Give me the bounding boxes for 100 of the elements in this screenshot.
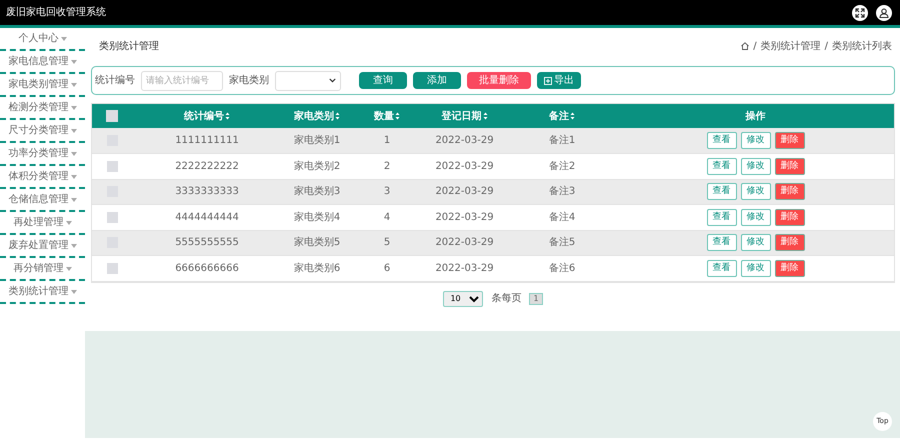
breadcrumb-item[interactable]: 类别统计管理 <box>760 38 821 54</box>
table-cell: 6 <box>384 262 390 274</box>
table-cell: 1111111111 <box>175 135 239 146</box>
table-cell: 2 <box>384 160 390 172</box>
action-button[interactable]: 查询 <box>359 72 407 89</box>
sidebar-item[interactable]: 家电信息管理 <box>8 54 68 69</box>
caret-icon <box>60 36 66 40</box>
caret-icon <box>70 244 76 248</box>
table-cell: 2022-03-29 <box>435 237 494 248</box>
breadcrumb-separator: / <box>824 40 828 54</box>
caret-icon <box>70 152 76 156</box>
table-cell: 家电类别2 <box>294 160 340 172</box>
caret-icon <box>70 106 76 110</box>
view-button[interactable]: 查看 <box>706 158 736 175</box>
table-cell: 备注2 <box>548 160 576 172</box>
breadcrumb-item[interactable]: 类别统计列表 <box>832 38 892 54</box>
edit-button[interactable]: 修改 <box>740 158 770 175</box>
view-button[interactable]: 查看 <box>706 183 736 200</box>
page-button[interactable]: 1 <box>529 292 543 304</box>
sidebar-item[interactable]: 再处理管理 <box>14 215 64 230</box>
table-cell: 2022-03-29 <box>435 160 494 172</box>
delete-button[interactable]: 删除 <box>774 158 804 175</box>
sidebar-item[interactable]: 类别统计管理 <box>8 284 68 299</box>
view-button[interactable]: 查看 <box>706 260 736 277</box>
column-header[interactable]: 备注 <box>549 110 569 122</box>
table-cell: 家电类别5 <box>294 237 340 248</box>
app-title: 废旧家电回收管理系统 <box>5 6 106 20</box>
delete-button[interactable]: 删除 <box>774 234 804 252</box>
table-cell: 家电类别4 <box>294 212 340 223</box>
sort-icon[interactable] <box>394 110 400 122</box>
edit-button[interactable]: 修改 <box>740 234 770 252</box>
sidebar-item[interactable]: 体积分类管理 <box>8 169 68 184</box>
sort-icon[interactable] <box>334 110 340 122</box>
caret-icon <box>66 220 72 224</box>
page-size-select[interactable]: 10 <box>443 290 484 306</box>
column-header[interactable]: 数量 <box>374 110 394 122</box>
batch-delete-button[interactable]: 批量删除 <box>467 72 531 89</box>
dropdown-icon <box>329 78 336 83</box>
table-cell: 4444444444 <box>175 212 239 223</box>
edit-button[interactable]: 修改 <box>740 183 770 200</box>
caret-icon <box>70 82 76 86</box>
column-header: 操作 <box>746 110 766 122</box>
sort-icon[interactable] <box>224 110 230 122</box>
view-button[interactable]: 查看 <box>706 234 736 252</box>
sidebar-item[interactable]: 废弃处置管理 <box>8 238 68 253</box>
user-icon[interactable] <box>876 4 892 20</box>
table-cell: 3333333333 <box>175 186 239 198</box>
delete-button[interactable]: 删除 <box>774 260 804 277</box>
table-cell: 2022-03-29 <box>435 135 494 146</box>
breadcrumb-separator: / <box>753 40 757 54</box>
column-header[interactable]: 统计编号 <box>184 110 224 122</box>
table-cell: 家电类别3 <box>294 186 340 198</box>
sidebar-item[interactable]: 仓储信息管理 <box>8 192 68 207</box>
home-icon[interactable] <box>741 42 750 50</box>
sort-icon[interactable] <box>482 110 488 122</box>
sidebar-item[interactable]: 检测分类管理 <box>8 100 68 115</box>
table-cell: 1 <box>384 135 390 146</box>
table-cell: 家电类别1 <box>294 135 340 146</box>
table-cell: 4 <box>384 212 390 223</box>
table-cell: 3 <box>384 186 390 198</box>
edit-button[interactable]: 修改 <box>740 132 770 149</box>
edit-button[interactable]: 修改 <box>740 260 770 277</box>
row-checkbox[interactable] <box>106 262 118 274</box>
view-button[interactable]: 查看 <box>706 208 736 226</box>
table-cell: 备注4 <box>548 212 576 223</box>
delete-button[interactable]: 删除 <box>774 183 804 200</box>
search-field[interactable]: 请输入统计编号 <box>141 70 223 90</box>
sidebar-item[interactable]: 尺寸分类管理 <box>8 123 68 138</box>
delete-button[interactable]: 删除 <box>774 132 804 149</box>
table-cell: 6666666666 <box>175 262 239 274</box>
page-title: 类别统计管理 <box>99 40 159 54</box>
select-all-checkbox[interactable] <box>106 110 118 122</box>
table-cell: 家电类别6 <box>294 262 340 274</box>
table-cell: 2022-03-29 <box>435 262 494 274</box>
field-label: 家电类别 <box>229 74 269 88</box>
table-cell: 5555555555 <box>175 237 239 248</box>
action-button[interactable]: 添加 <box>413 72 461 89</box>
sidebar-item[interactable]: 功率分类管理 <box>8 146 68 161</box>
export-button[interactable]: 导出 <box>537 72 581 89</box>
table-cell: 备注1 <box>548 135 576 146</box>
caret-icon <box>70 198 76 202</box>
row-checkbox[interactable] <box>106 160 118 172</box>
sidebar-item[interactable]: 家电类别管理 <box>8 77 68 92</box>
caret-icon <box>66 266 72 270</box>
caret-icon <box>70 128 76 132</box>
delete-button[interactable]: 删除 <box>774 208 804 226</box>
table-cell: 2222222222 <box>175 160 239 172</box>
export-icon <box>544 76 552 84</box>
sort-icon[interactable] <box>569 110 575 122</box>
caret-icon <box>70 290 76 294</box>
fullscreen-icon[interactable] <box>852 4 868 20</box>
table-cell: 2022-03-29 <box>435 186 494 198</box>
sidebar-item[interactable]: 再分销管理 <box>14 261 64 276</box>
sidebar-item[interactable]: 个人中心 <box>18 31 58 46</box>
row-checkbox[interactable] <box>106 212 118 223</box>
table-cell: 5 <box>384 237 390 248</box>
view-button[interactable]: 查看 <box>706 132 736 149</box>
edit-button[interactable]: 修改 <box>740 208 770 226</box>
field-label: 统计编号 <box>95 74 135 88</box>
caret-icon <box>70 60 76 64</box>
